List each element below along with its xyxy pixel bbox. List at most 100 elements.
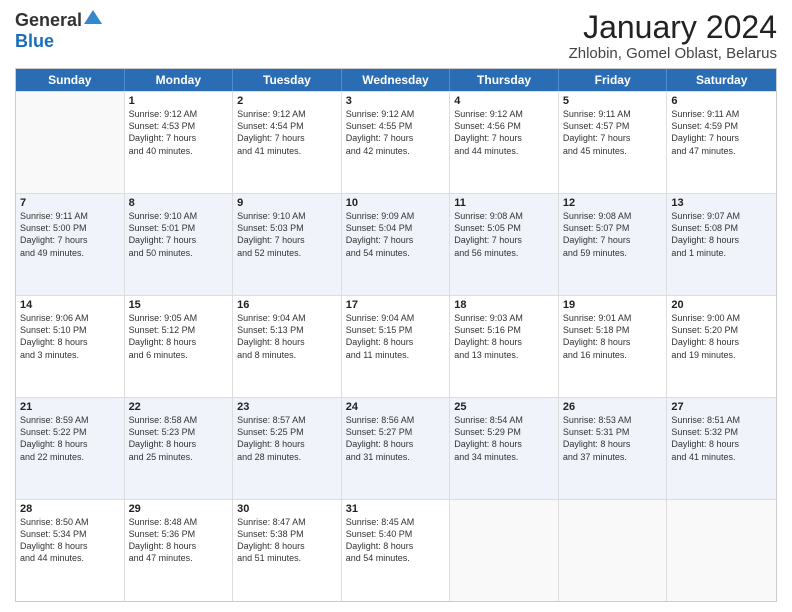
cell-info-line: and 37 minutes. [563,451,663,463]
calendar: SundayMondayTuesdayWednesdayThursdayFrid… [15,68,777,602]
cell-info-line: Sunrise: 9:09 AM [346,210,446,222]
calendar-cell-28: 28Sunrise: 8:50 AMSunset: 5:34 PMDayligh… [16,500,125,601]
day-number: 4 [454,95,554,107]
cell-info-line: Sunset: 5:13 PM [237,324,337,336]
day-number: 26 [563,401,663,413]
cell-info-line: Sunset: 5:36 PM [129,528,229,540]
calendar-cell-19: 19Sunrise: 9:01 AMSunset: 5:18 PMDayligh… [559,296,668,397]
cell-info-line: and 6 minutes. [129,349,229,361]
cell-info-line: Daylight: 8 hours [454,438,554,450]
day-number: 20 [671,299,772,311]
cell-info-line: and 13 minutes. [454,349,554,361]
calendar-cell-2: 2Sunrise: 9:12 AMSunset: 4:54 PMDaylight… [233,92,342,193]
cell-info-line: Sunset: 5:38 PM [237,528,337,540]
cell-info-line: and 51 minutes. [237,552,337,564]
calendar-cell-21: 21Sunrise: 8:59 AMSunset: 5:22 PMDayligh… [16,398,125,499]
calendar-row-5: 28Sunrise: 8:50 AMSunset: 5:34 PMDayligh… [16,499,776,601]
cell-info-line: Sunset: 5:18 PM [563,324,663,336]
logo: General Blue [15,10,102,52]
cell-info-line: and 25 minutes. [129,451,229,463]
cell-info-line: Sunset: 5:31 PM [563,426,663,438]
calendar-cell-20: 20Sunrise: 9:00 AMSunset: 5:20 PMDayligh… [667,296,776,397]
location: Zhlobin, Gomel Oblast, Belarus [569,45,777,62]
cell-info-line: Daylight: 8 hours [346,540,446,552]
calendar-cell-31: 31Sunrise: 8:45 AMSunset: 5:40 PMDayligh… [342,500,451,601]
cell-info-line: Daylight: 8 hours [20,540,120,552]
header-day-wednesday: Wednesday [342,69,451,91]
cell-info-line: Sunset: 5:23 PM [129,426,229,438]
day-number: 3 [346,95,446,107]
day-number: 7 [20,197,120,209]
logo-blue-text: Blue [15,31,54,51]
cell-info-line: and 59 minutes. [563,247,663,259]
cell-info-line: Sunrise: 8:58 AM [129,414,229,426]
cell-info-line: Daylight: 8 hours [129,540,229,552]
cell-info-line: Daylight: 8 hours [129,438,229,450]
cell-info-line: Daylight: 7 hours [454,234,554,246]
cell-info-line: Sunset: 5:07 PM [563,222,663,234]
cell-info-line: Daylight: 8 hours [563,438,663,450]
day-number: 10 [346,197,446,209]
cell-info-line: Daylight: 7 hours [346,132,446,144]
header-day-saturday: Saturday [667,69,776,91]
cell-info-line: Daylight: 8 hours [346,438,446,450]
cell-info-line: Daylight: 8 hours [671,438,772,450]
page: General Blue January 2024 Zhlobin, Gomel… [0,0,792,612]
header-day-tuesday: Tuesday [233,69,342,91]
cell-info-line: Sunset: 5:05 PM [454,222,554,234]
cell-info-line: and 40 minutes. [129,145,229,157]
cell-info-line: and 16 minutes. [563,349,663,361]
cell-info-line: and 56 minutes. [454,247,554,259]
day-number: 24 [346,401,446,413]
day-number: 15 [129,299,229,311]
day-number: 18 [454,299,554,311]
cell-info-line: Sunset: 5:27 PM [346,426,446,438]
header: General Blue January 2024 Zhlobin, Gomel… [15,10,777,62]
calendar-cell-7: 7Sunrise: 9:11 AMSunset: 5:00 PMDaylight… [16,194,125,295]
cell-info-line: Daylight: 8 hours [454,336,554,348]
cell-info-line: Sunrise: 9:04 AM [237,312,337,324]
cell-info-line: Daylight: 7 hours [237,234,337,246]
cell-info-line: Sunset: 5:32 PM [671,426,772,438]
calendar-cell-empty [667,500,776,601]
cell-info-line: Sunrise: 9:12 AM [129,108,229,120]
cell-info-line: Sunrise: 8:54 AM [454,414,554,426]
cell-info-line: Sunset: 5:20 PM [671,324,772,336]
cell-info-line: and 1 minute. [671,247,772,259]
calendar-cell-13: 13Sunrise: 9:07 AMSunset: 5:08 PMDayligh… [667,194,776,295]
day-number: 19 [563,299,663,311]
calendar-cell-25: 25Sunrise: 8:54 AMSunset: 5:29 PMDayligh… [450,398,559,499]
calendar-cell-30: 30Sunrise: 8:47 AMSunset: 5:38 PMDayligh… [233,500,342,601]
cell-info-line: Daylight: 8 hours [129,336,229,348]
calendar-cell-9: 9Sunrise: 9:10 AMSunset: 5:03 PMDaylight… [233,194,342,295]
cell-info-line: Sunrise: 9:11 AM [671,108,772,120]
cell-info-line: Sunrise: 8:50 AM [20,516,120,528]
cell-info-line: and 31 minutes. [346,451,446,463]
cell-info-line: Sunset: 5:04 PM [346,222,446,234]
day-number: 8 [129,197,229,209]
calendar-row-4: 21Sunrise: 8:59 AMSunset: 5:22 PMDayligh… [16,397,776,499]
calendar-cell-5: 5Sunrise: 9:11 AMSunset: 4:57 PMDaylight… [559,92,668,193]
calendar-cell-16: 16Sunrise: 9:04 AMSunset: 5:13 PMDayligh… [233,296,342,397]
calendar-cell-4: 4Sunrise: 9:12 AMSunset: 4:56 PMDaylight… [450,92,559,193]
cell-info-line: and 47 minutes. [671,145,772,157]
calendar-header: SundayMondayTuesdayWednesdayThursdayFrid… [16,69,776,91]
cell-info-line: and 54 minutes. [346,552,446,564]
cell-info-line: and 28 minutes. [237,451,337,463]
cell-info-line: Daylight: 7 hours [346,234,446,246]
calendar-cell-8: 8Sunrise: 9:10 AMSunset: 5:01 PMDaylight… [125,194,234,295]
day-number: 27 [671,401,772,413]
cell-info-line: Sunset: 5:22 PM [20,426,120,438]
cell-info-line: Sunrise: 8:45 AM [346,516,446,528]
calendar-cell-1: 1Sunrise: 9:12 AMSunset: 4:53 PMDaylight… [125,92,234,193]
cell-info-line: and 42 minutes. [346,145,446,157]
calendar-cell-14: 14Sunrise: 9:06 AMSunset: 5:10 PMDayligh… [16,296,125,397]
cell-info-line: Daylight: 8 hours [20,438,120,450]
cell-info-line: Sunrise: 8:53 AM [563,414,663,426]
cell-info-line: Daylight: 8 hours [563,336,663,348]
cell-info-line: Sunrise: 9:10 AM [129,210,229,222]
calendar-cell-10: 10Sunrise: 9:09 AMSunset: 5:04 PMDayligh… [342,194,451,295]
day-number: 2 [237,95,337,107]
cell-info-line: Daylight: 8 hours [671,234,772,246]
cell-info-line: Sunset: 5:10 PM [20,324,120,336]
